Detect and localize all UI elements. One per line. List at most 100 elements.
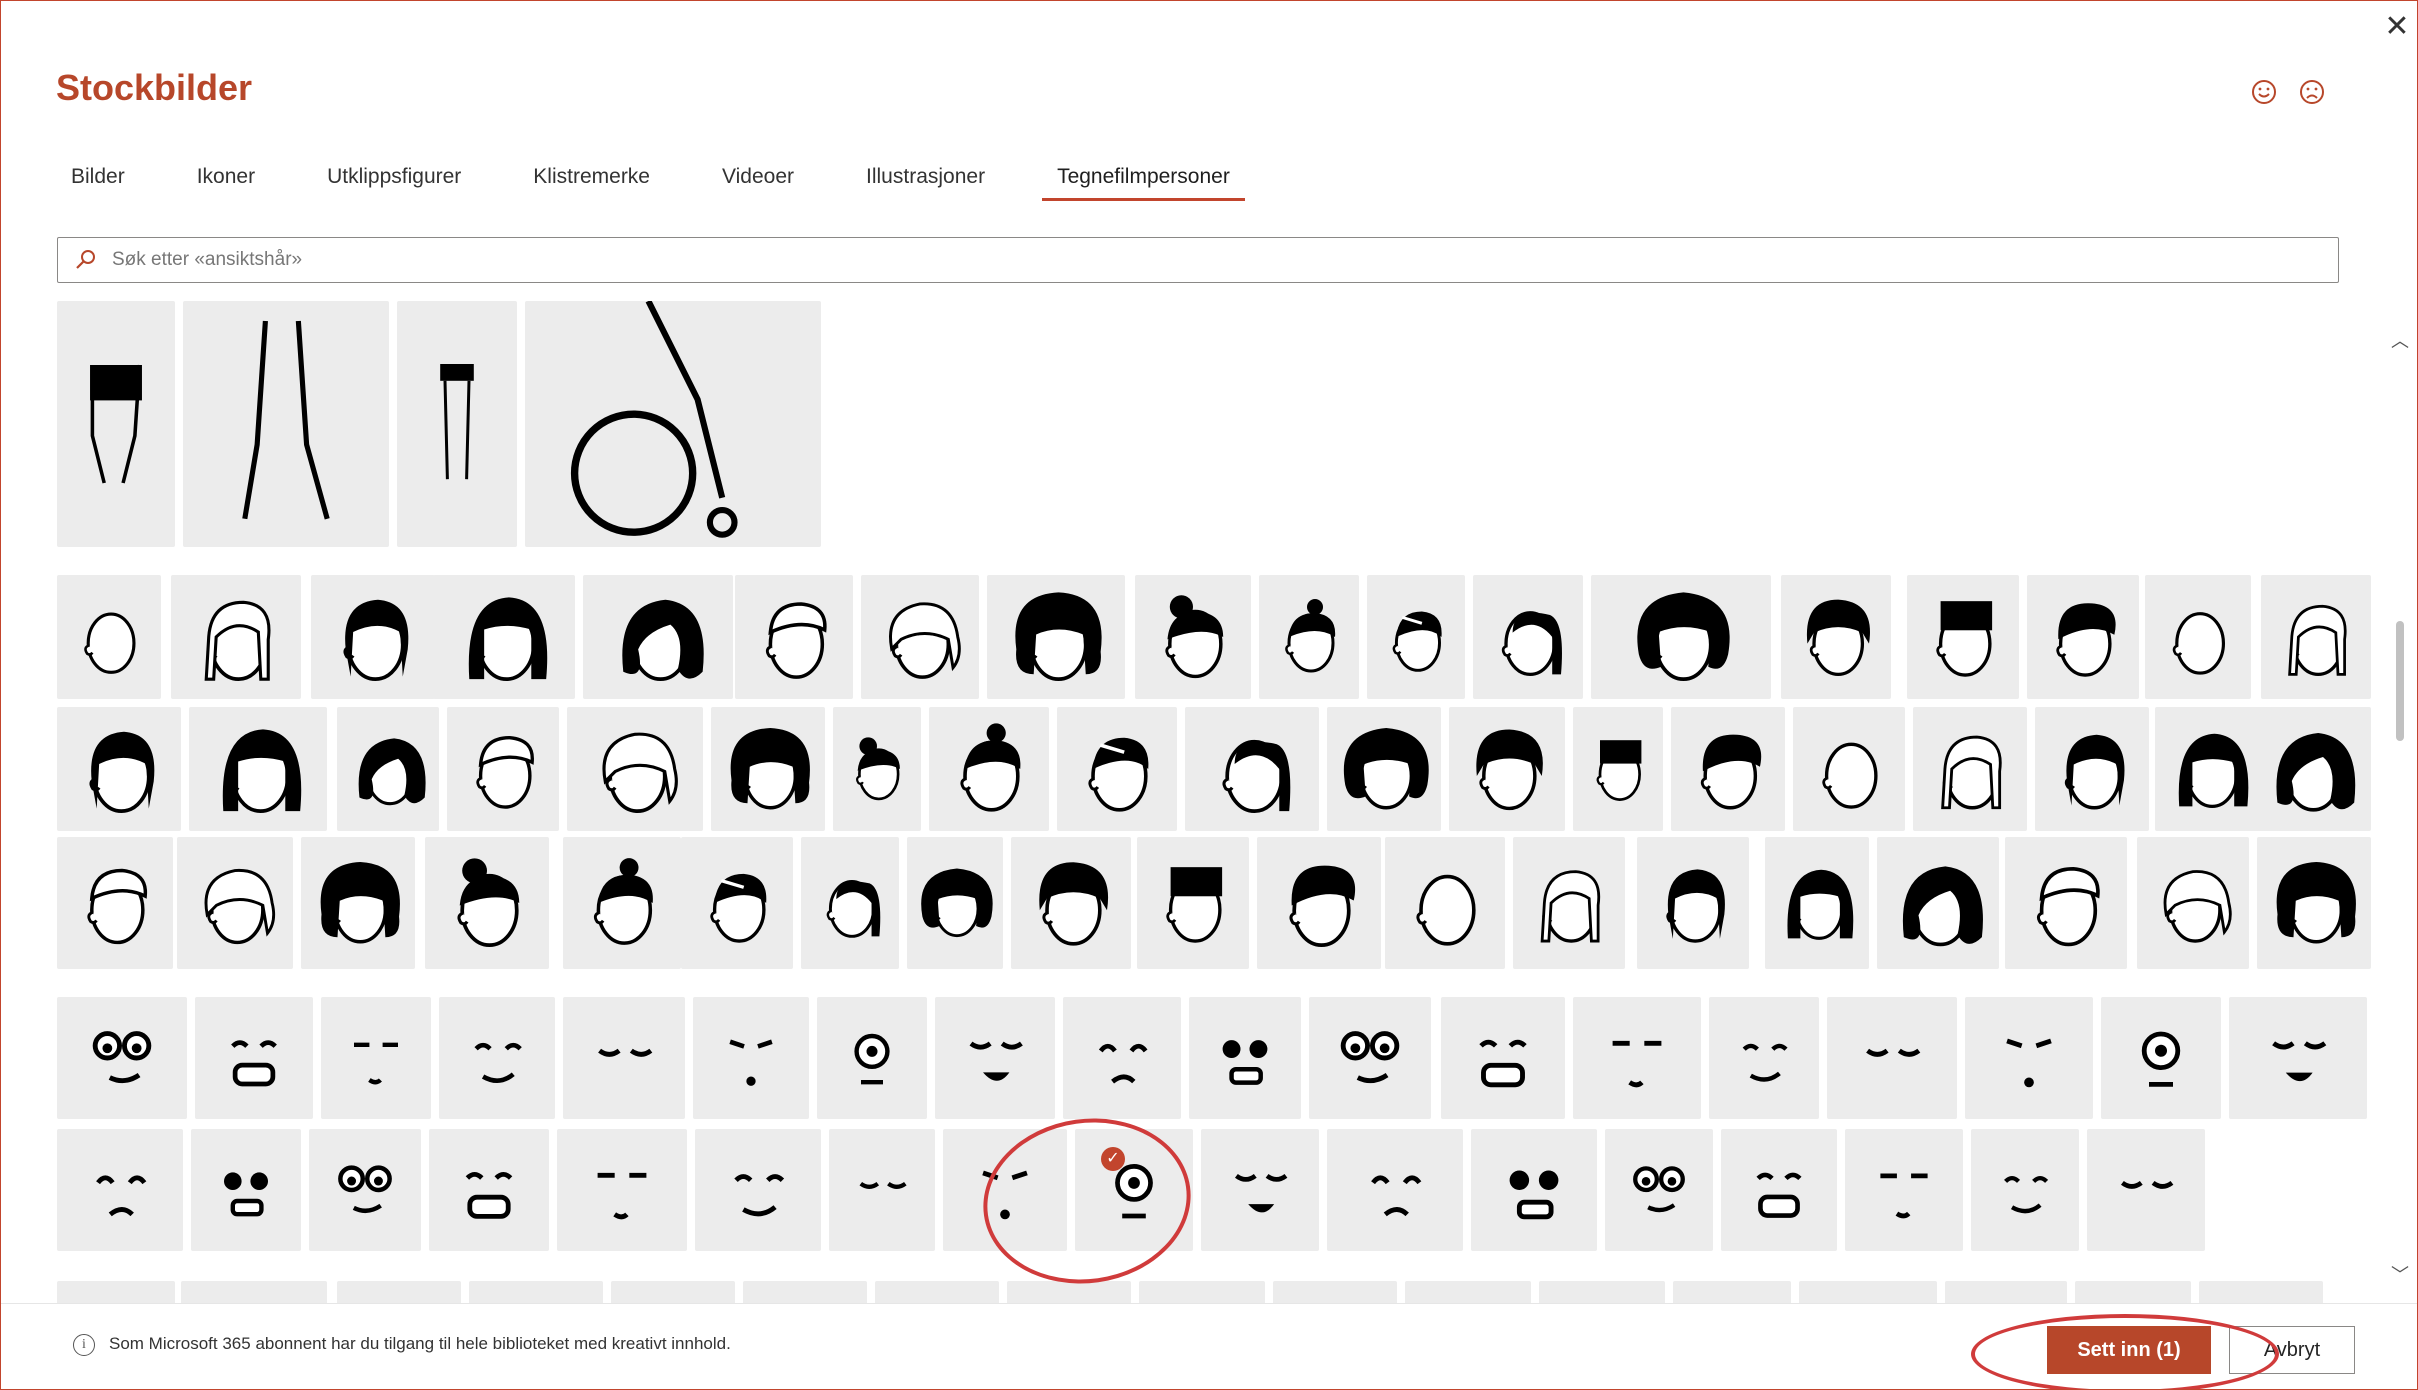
- frown-icon[interactable]: [2297, 77, 2327, 107]
- tab-klistremerke[interactable]: Klistremerke: [518, 161, 665, 201]
- face-expression-10-row-2[interactable]: [1201, 1129, 1319, 1251]
- more-item-4[interactable]: [469, 1281, 603, 1303]
- hair-style-17-row-2[interactable]: [2035, 707, 2149, 831]
- more-item-17[interactable]: [2199, 1281, 2323, 1303]
- hair-style-6-row-2[interactable]: [711, 707, 825, 831]
- hair-style-13-row-3[interactable]: [1513, 837, 1625, 969]
- face-expression-11-row-1[interactable]: [1309, 997, 1431, 1119]
- more-item-5[interactable]: [611, 1281, 735, 1303]
- face-expression-4-row-1[interactable]: [439, 997, 555, 1119]
- hair-style-4-row-2[interactable]: [447, 707, 559, 831]
- more-item-9[interactable]: [1139, 1281, 1265, 1303]
- more-item-1[interactable]: [57, 1281, 175, 1303]
- hair-style-14-row-2[interactable]: [1671, 707, 1785, 831]
- hair-style-10-row-3[interactable]: [1137, 837, 1249, 969]
- face-expression-13-row-2[interactable]: [1605, 1129, 1713, 1251]
- face-expression-11-row-2[interactable]: [1327, 1129, 1463, 1251]
- insert-button[interactable]: Sett inn (1): [2047, 1326, 2211, 1374]
- hair-style-14-row-1[interactable]: [1781, 575, 1891, 699]
- smile-icon[interactable]: [2249, 77, 2279, 107]
- face-expression-12-row-1[interactable]: [1441, 997, 1565, 1119]
- more-item-3[interactable]: [337, 1281, 461, 1303]
- face-expression-8-row-1[interactable]: [935, 997, 1055, 1119]
- face-expression-6-row-2[interactable]: [695, 1129, 821, 1251]
- face-expression-5-row-2[interactable]: [557, 1129, 687, 1251]
- hair-style-7-row-3[interactable]: [801, 837, 899, 969]
- hair-style-6-row-3[interactable]: [681, 837, 793, 969]
- more-item-16[interactable]: [2075, 1281, 2191, 1303]
- face-expression-14-row-2[interactable]: [1721, 1129, 1837, 1251]
- hair-style-18-row-2[interactable]: [2155, 707, 2265, 831]
- face-expression-12-row-2[interactable]: [1471, 1129, 1597, 1251]
- hair-style-10-row-1[interactable]: [1259, 575, 1359, 699]
- hair-style-16-row-3[interactable]: [1877, 837, 1999, 969]
- hair-style-15-row-1[interactable]: [1907, 575, 2019, 699]
- face-expression-8-row-2[interactable]: [943, 1129, 1067, 1251]
- hair-style-5-row-1[interactable]: [583, 575, 733, 699]
- scrollbar-thumb[interactable]: [2396, 621, 2404, 741]
- hair-style-17-row-1[interactable]: [2145, 575, 2251, 699]
- hair-style-3-row-1[interactable]: [311, 575, 435, 699]
- hair-style-3-row-2[interactable]: [337, 707, 439, 831]
- hair-style-12-row-3[interactable]: [1385, 837, 1505, 969]
- hair-style-5-row-2[interactable]: [567, 707, 703, 831]
- face-expression-16-row-1[interactable]: [1965, 997, 2093, 1119]
- more-item-8[interactable]: [1007, 1281, 1131, 1303]
- face-expression-15-row-2[interactable]: [1845, 1129, 1963, 1251]
- more-item-7[interactable]: [875, 1281, 999, 1303]
- face-expression-5-row-1[interactable]: [563, 997, 685, 1119]
- face-expression-9-row-1[interactable]: [1063, 997, 1181, 1119]
- hair-style-4-row-3[interactable]: [425, 837, 549, 969]
- more-item-13[interactable]: [1673, 1281, 1791, 1303]
- face-expression-1-row-2[interactable]: [57, 1129, 183, 1251]
- more-item-11[interactable]: [1405, 1281, 1531, 1303]
- face-expression-7-row-2[interactable]: [829, 1129, 935, 1251]
- hair-style-11-row-3[interactable]: [1257, 837, 1381, 969]
- hair-style-14-row-3[interactable]: [1637, 837, 1749, 969]
- close-icon[interactable]: ✕: [2379, 9, 2415, 45]
- face-expression-4-row-2[interactable]: [429, 1129, 549, 1251]
- hair-style-16-row-1[interactable]: [2027, 575, 2139, 699]
- hair-style-11-row-2[interactable]: [1327, 707, 1441, 831]
- hair-style-7-row-2[interactable]: [833, 707, 921, 831]
- face-expression-17-row-1[interactable]: [2101, 997, 2221, 1119]
- face-expression-6-row-1[interactable]: [693, 997, 809, 1119]
- hair-style-15-row-2[interactable]: [1793, 707, 1905, 831]
- face-expression-3-row-2[interactable]: [309, 1129, 421, 1251]
- face-expression-16-row-2[interactable]: [1971, 1129, 2079, 1251]
- hair-style-13-row-1[interactable]: [1591, 575, 1771, 699]
- hair-style-3-row-3[interactable]: [301, 837, 415, 969]
- face-expression-1-row-1[interactable]: [57, 997, 187, 1119]
- character-tile-3[interactable]: [397, 301, 517, 547]
- hair-style-13-row-2[interactable]: [1573, 707, 1663, 831]
- tab-ikoner[interactable]: Ikoner: [182, 161, 270, 201]
- hair-style-15-row-3[interactable]: [1765, 837, 1869, 969]
- cancel-button[interactable]: Avbryt: [2229, 1326, 2355, 1374]
- tab-utklippsfigurer[interactable]: Utklippsfigurer: [312, 161, 476, 201]
- more-item-6[interactable]: [743, 1281, 867, 1303]
- hair-style-9-row-2[interactable]: [1057, 707, 1177, 831]
- face-expression-17-row-2[interactable]: [2087, 1129, 2205, 1251]
- face-expression-7-row-1[interactable]: [817, 997, 927, 1119]
- hair-style-7-row-1[interactable]: [861, 575, 979, 699]
- hair-style-5-row-3[interactable]: [563, 837, 681, 969]
- tab-illustrasjoner[interactable]: Illustrasjoner: [851, 161, 1000, 201]
- more-item-15[interactable]: [1945, 1281, 2067, 1303]
- face-expression-18-row-1[interactable]: [2229, 997, 2367, 1119]
- hair-style-2-row-1[interactable]: [171, 575, 301, 699]
- gallery-scrollbar[interactable]: ︿ ﹀: [2383, 311, 2417, 1301]
- hair-style-8-row-1[interactable]: [987, 575, 1125, 699]
- face-expression-9-row-2[interactable]: [1075, 1129, 1193, 1251]
- hair-style-4-row-1[interactable]: [433, 575, 575, 699]
- more-item-12[interactable]: [1539, 1281, 1665, 1303]
- face-expression-10-row-1[interactable]: [1189, 997, 1301, 1119]
- tab-bilder[interactable]: Bilder: [56, 161, 140, 201]
- hair-style-11-row-1[interactable]: [1367, 575, 1465, 699]
- hair-style-1-row-2[interactable]: [57, 707, 181, 831]
- face-expression-2-row-1[interactable]: [195, 997, 313, 1119]
- hair-style-1-row-1[interactable]: [57, 575, 161, 699]
- scroll-down-icon[interactable]: ﹀: [2389, 1261, 2411, 1285]
- hair-style-12-row-2[interactable]: [1449, 707, 1565, 831]
- tab-tegnefilmpersoner[interactable]: Tegnefilmpersoner: [1042, 161, 1245, 201]
- face-expression-3-row-1[interactable]: [321, 997, 431, 1119]
